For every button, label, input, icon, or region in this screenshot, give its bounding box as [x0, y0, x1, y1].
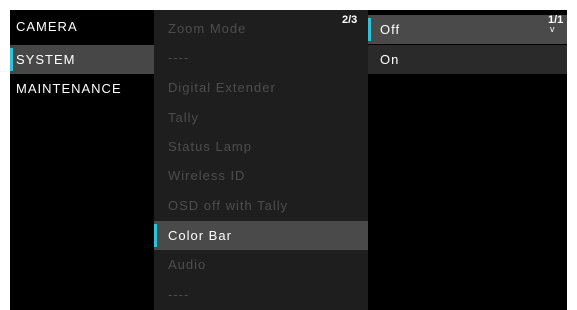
menu-item-system[interactable]: SYSTEM [10, 45, 154, 74]
selection-indicator [368, 18, 371, 41]
menu-item-maintenance[interactable]: MAINTENANCE [10, 74, 154, 103]
submenu-item-wireless-id[interactable]: Wireless ID [154, 161, 368, 190]
menu-item-system-label: SYSTEM [16, 52, 76, 67]
menu-item-camera[interactable]: CAMERA [10, 12, 154, 41]
options-list: Off On 1/1 v [368, 10, 567, 310]
chevron-down-icon: v [550, 24, 555, 34]
option-on[interactable]: On [368, 45, 567, 74]
system-submenu: Zoom Mode ---- Digital Extender Tally St… [154, 10, 368, 310]
main-menu: CAMERA SYSTEM MAINTENANCE [10, 10, 154, 310]
option-off-label: Off [380, 22, 401, 37]
selection-indicator [10, 48, 13, 71]
page-indicator: 2/3 [342, 14, 358, 26]
submenu-item-tally[interactable]: Tally [154, 103, 368, 132]
submenu-item-zoom-mode[interactable]: Zoom Mode [154, 14, 368, 43]
submenu-item-audio[interactable]: Audio [154, 250, 368, 279]
camera-osd-menu: CAMERA SYSTEM MAINTENANCE Zoom Mode ----… [10, 10, 567, 310]
submenu-item-color-bar-label: Color Bar [168, 228, 232, 243]
submenu-item-placeholder: ---- [168, 50, 190, 65]
submenu-item-digital-extender[interactable]: Digital Extender [154, 73, 368, 102]
option-off[interactable]: Off [368, 15, 567, 44]
submenu-item-osd-off-with-tally[interactable]: OSD off with Tally [154, 191, 368, 220]
submenu-item-color-bar[interactable]: Color Bar [154, 221, 368, 250]
selection-indicator [154, 224, 157, 247]
submenu-item-status-lamp[interactable]: Status Lamp [154, 132, 368, 161]
submenu-item-placeholder: ---- [168, 287, 190, 302]
